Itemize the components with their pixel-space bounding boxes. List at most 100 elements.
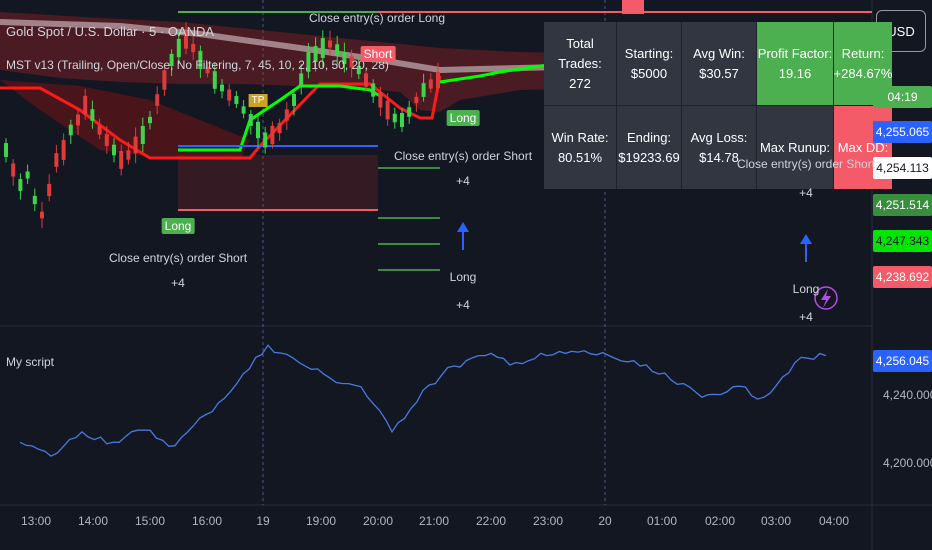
candle-body [277, 122, 282, 134]
annotation-close-short-left: Close entry(s) order Short [108, 251, 248, 265]
stat-ending: Ending: $19233.69 [617, 106, 681, 189]
candle-body [97, 125, 102, 135]
x-tick: 15:00 [134, 514, 166, 528]
x-tick: 20:00 [362, 514, 394, 528]
candle-body [364, 73, 368, 87]
price-label-white: 4,254.113 [873, 157, 932, 179]
candle-body [176, 38, 181, 58]
candle-body [234, 96, 239, 104]
annotation-plus4-mid: +4 [456, 174, 470, 188]
candle-body [263, 132, 268, 148]
stat-win-rate: Win Rate: 80.51% [544, 106, 616, 189]
price-label-red: 4,238.692 [873, 266, 932, 288]
x-tick: 04:00 [818, 514, 850, 528]
candle-body [126, 150, 131, 160]
candle-body [148, 116, 152, 124]
candle-body [292, 94, 296, 106]
price-label-time: 04:19 [873, 86, 932, 108]
short-marker [622, 0, 644, 14]
price-label-darkgreen: 4,251.514 [873, 194, 932, 216]
annotation-long-left: Long [161, 218, 195, 234]
cloud-band-dark [0, 80, 250, 160]
stat-total-trades: Total Trades: 272 [544, 22, 616, 105]
candle-body [385, 100, 390, 120]
candle-body [299, 73, 304, 87]
candle-body [241, 106, 246, 114]
annotation-short: Short [360, 46, 396, 62]
x-tick: 21:00 [418, 514, 450, 528]
candle-body [47, 183, 52, 197]
annotation-plus4-right2: +4 [799, 310, 813, 324]
indicator-title[interactable]: MST v13 (Trailing, Open/Close, No Filter… [6, 58, 389, 72]
stat-avg-win: Avg Win: $30.57 [682, 22, 756, 105]
candle-body [68, 124, 73, 136]
x-tick: 22:00 [475, 514, 507, 528]
annotation-close-short-right: Close entry(s) order Short [736, 157, 876, 171]
candle-body [25, 171, 30, 179]
stat-starting: Starting: $5000 [617, 22, 681, 105]
candle-body [18, 179, 23, 191]
candle-body [284, 109, 289, 121]
x-tick: 20 [598, 514, 612, 528]
candle-body [191, 43, 196, 53]
candle-body [256, 121, 260, 139]
candle-body [335, 44, 340, 56]
annotation-long-mid: Long [446, 110, 480, 126]
sub-pane-ytick-1: 4,200.000 [883, 456, 932, 470]
candle-body [61, 140, 66, 160]
candle-body [421, 83, 426, 97]
lightning-icon-bolt [821, 289, 831, 308]
sub-pane-ytick-0: 4,240.000 [883, 388, 932, 402]
annotation-close-long: Close entry(s) order Long [308, 11, 446, 25]
candle-body [112, 144, 116, 156]
x-tick: 01:00 [646, 514, 678, 528]
candle-body [414, 96, 419, 104]
candle-body [320, 38, 325, 58]
candle-body [328, 40, 332, 48]
stat-profit-factor: Profit Factor: 19.16 [757, 22, 833, 105]
trade-zone-short [178, 155, 378, 211]
candle-body [162, 70, 167, 90]
candle-body [371, 83, 376, 97]
long-arrow-head [457, 222, 469, 232]
annotation-long-arrow-mid: Long [449, 270, 477, 284]
candle-body [270, 125, 275, 145]
candle-body [378, 92, 383, 108]
long-arrow-head [800, 234, 812, 244]
x-tick: 14:00 [77, 514, 109, 528]
candle-body [220, 84, 224, 92]
price-label-blue: 4,255.065 [873, 121, 932, 143]
candle-body [11, 163, 16, 177]
price-label-green: 4,247.343 [873, 230, 932, 252]
candle-body [119, 151, 124, 169]
candle-body [212, 71, 217, 89]
x-tick: 23:00 [532, 514, 564, 528]
candle-body [400, 113, 404, 127]
sub-pane-title[interactable]: My script [6, 355, 54, 369]
stat-max-runup: Max Runup: [757, 106, 833, 189]
candle-body [32, 195, 37, 205]
x-tick: 19 [256, 514, 270, 528]
annotation-plus4-left: +4 [171, 276, 185, 290]
x-tick: 03:00 [760, 514, 792, 528]
candle-body [4, 143, 8, 157]
annotation-close-short-mid: Close entry(s) order Short [393, 149, 533, 163]
candle-body [133, 136, 138, 154]
annotation-plus4-mid2: +4 [456, 298, 470, 312]
candle-body [436, 71, 440, 89]
candle-body [40, 211, 44, 219]
candle-body [76, 114, 80, 126]
symbol-title[interactable]: Gold Spot / U.S. Dollar · 5 · OANDA [6, 24, 214, 39]
candle-body [54, 153, 59, 167]
candle-body [248, 114, 253, 126]
x-tick: 16:00 [191, 514, 223, 528]
x-tick: 02:00 [704, 514, 736, 528]
candle-body [83, 95, 88, 115]
stat-avg-loss: Avg Loss: $14.78 [682, 106, 756, 189]
annotation-long-right: Long [792, 282, 820, 296]
my-script-series-line [19, 344, 827, 457]
candle-body [155, 94, 160, 106]
x-tick: 19:00 [305, 514, 337, 528]
annotation-plus4-right: +4 [799, 186, 813, 200]
sub-pane-last-value: 4,256.045 [873, 350, 932, 372]
